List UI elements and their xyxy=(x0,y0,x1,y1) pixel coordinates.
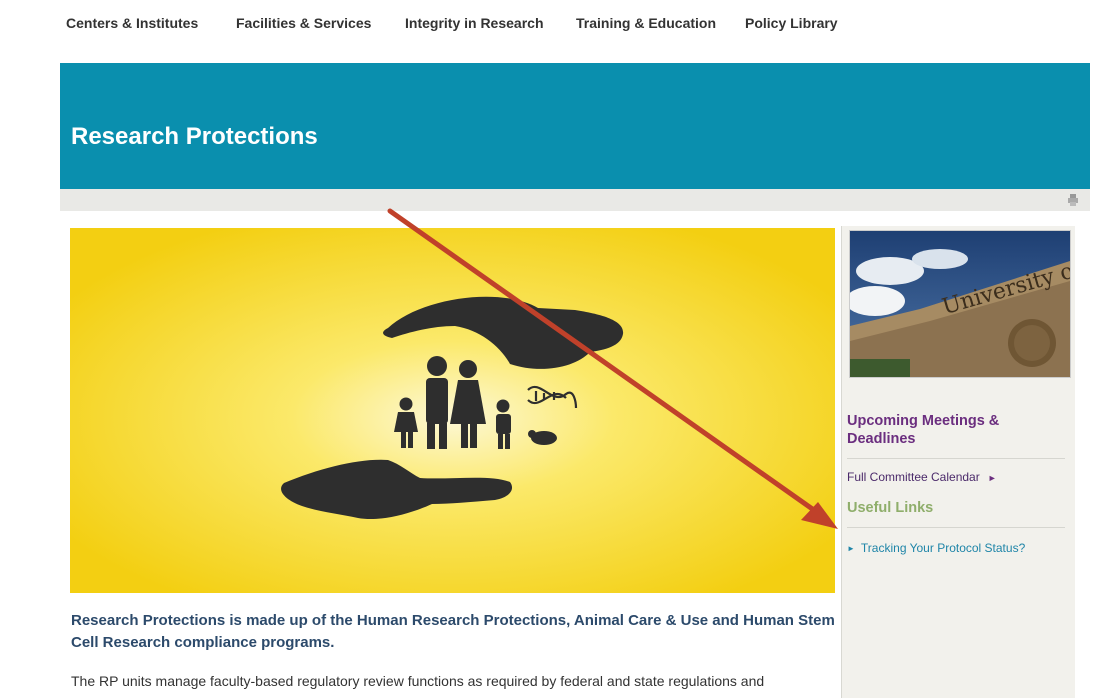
triangle-right-icon: ► xyxy=(847,544,855,553)
nav-policy-library[interactable]: Policy Library xyxy=(745,15,838,31)
sidebar-divider xyxy=(847,527,1065,528)
page-title: Research Protections xyxy=(71,123,318,150)
nav-integrity-research[interactable]: Integrity in Research xyxy=(405,15,544,31)
useful-links-heading: Useful Links xyxy=(847,500,934,516)
nav-facilities-services[interactable]: Facilities & Services xyxy=(236,15,371,31)
intro-lead: Research Protections is made up of the H… xyxy=(71,612,835,651)
tracking-link-label: Tracking Your Protocol Status? xyxy=(860,541,1026,555)
page-toolbar xyxy=(60,189,1090,211)
hero-image xyxy=(70,228,835,593)
tracking-protocol-status-link[interactable]: ► Tracking Your Protocol Status? xyxy=(847,541,1025,555)
protection-hands-illustration xyxy=(70,228,835,593)
sidebar-divider xyxy=(847,458,1065,459)
intro-body: The RP units manage faculty-based regula… xyxy=(71,673,765,689)
campus-photo: University of California, Irvine xyxy=(849,230,1071,378)
calendar-link-label: Full Committee Calendar xyxy=(847,470,980,484)
upcoming-meetings-heading: Upcoming Meetings & Deadlines xyxy=(847,413,1000,447)
top-navigation: Centers & Institutes Facilities & Servic… xyxy=(0,0,1104,50)
nav-training-education[interactable]: Training & Education xyxy=(576,15,716,31)
page-banner: Research Protections xyxy=(60,63,1090,189)
triangle-right-icon: ► xyxy=(987,473,997,483)
full-committee-calendar-link[interactable]: Full Committee Calendar ► xyxy=(847,470,997,484)
print-icon[interactable] xyxy=(1066,193,1080,207)
campus-sign-photo: University of California, Irvine xyxy=(850,231,1070,377)
nav-centers-institutes[interactable]: Centers & Institutes xyxy=(66,15,198,31)
